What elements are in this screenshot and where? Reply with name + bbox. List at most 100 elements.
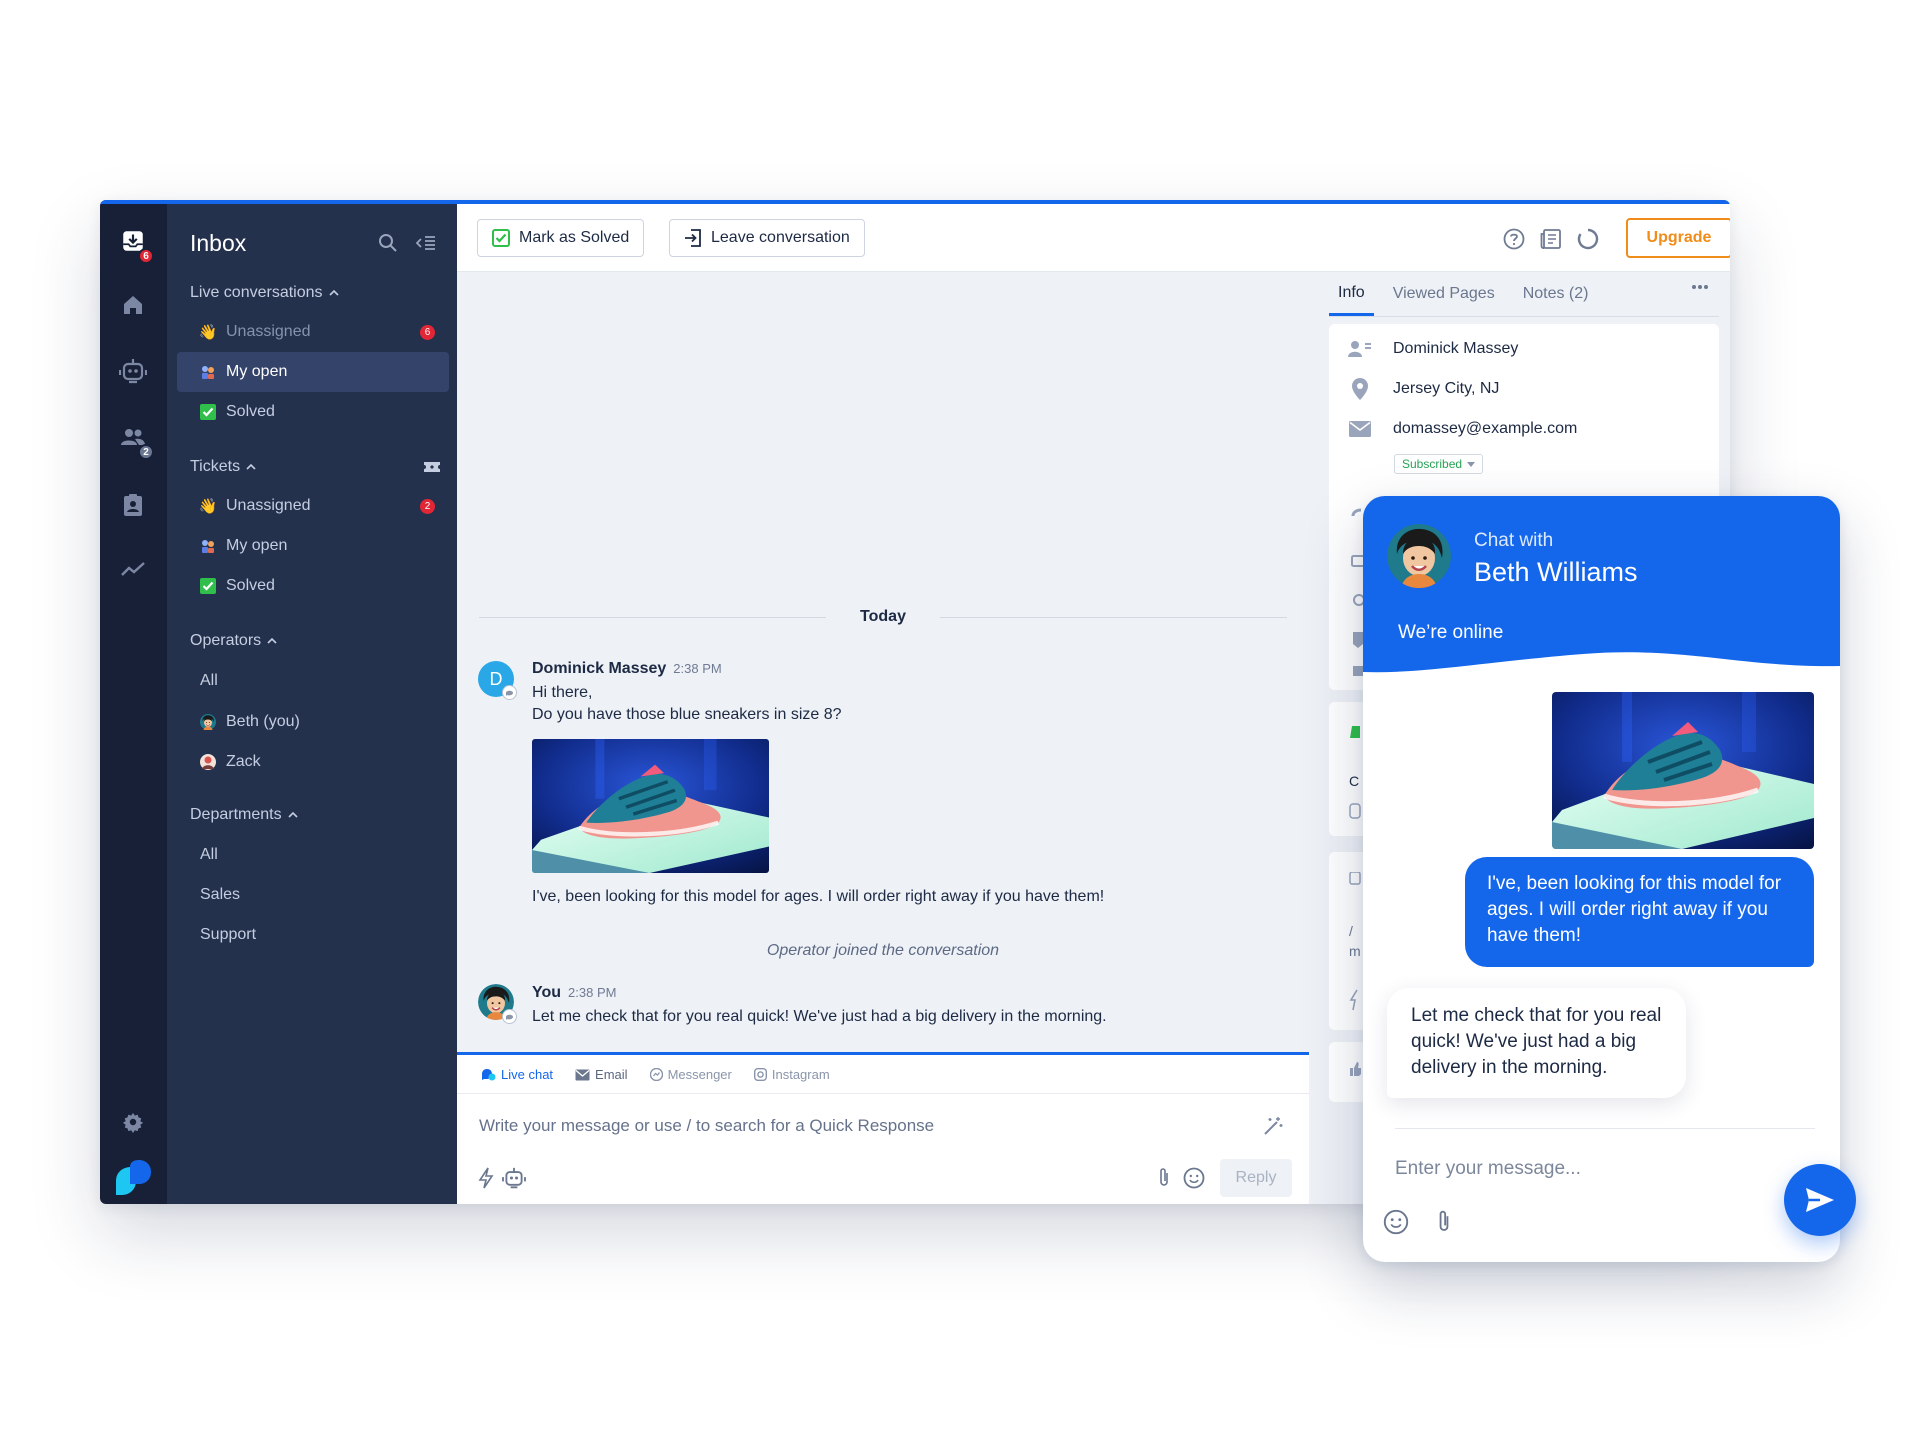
sidebar-item-live-my-open[interactable]: My open	[177, 352, 449, 392]
operators-all[interactable]: All	[200, 672, 218, 690]
home-icon	[124, 296, 142, 314]
channel-badge-icon	[502, 1009, 517, 1024]
composer-divider	[457, 1093, 1309, 1094]
chatbot-nav[interactable]	[116, 354, 150, 388]
more-horizontal-icon	[1692, 285, 1708, 289]
tab-email[interactable]: Email	[575, 1067, 628, 1082]
contact-location[interactable]: Jersey City, NJ	[1393, 380, 1499, 398]
operator-beth[interactable]: Beth (you)	[177, 702, 449, 742]
collapse-sidebar-button[interactable]	[412, 229, 440, 257]
tab-messenger[interactable]: Messenger	[649, 1067, 732, 1082]
tidio-logo-icon	[116, 1160, 151, 1195]
sidebar-item-label: My open	[226, 363, 288, 380]
channel-badge-icon	[502, 685, 517, 700]
bot-button[interactable]	[501, 1165, 527, 1191]
leave-conversation-button[interactable]: Leave conversation	[669, 219, 865, 257]
sidebar-item-tickets-solved[interactable]: Solved	[177, 566, 449, 606]
settings-nav[interactable]	[116, 1105, 150, 1139]
departments-sales[interactable]: Sales	[200, 886, 240, 904]
sidebar-item-label: My open	[226, 537, 288, 554]
sidebar-item-label: Unassigned	[226, 497, 311, 514]
sidebar-item-live-unassigned[interactable]: 👋 Unassigned 6	[177, 312, 449, 352]
header-wave-background	[1363, 496, 1840, 673]
people-icon	[199, 363, 217, 381]
contact-email[interactable]: domassey@example.com	[1393, 420, 1577, 438]
tickets-section[interactable]: Tickets	[190, 458, 440, 476]
actions-icons: /m	[1349, 872, 1361, 1011]
message-composer: Live chat Email Messenger Instagram Writ…	[457, 1052, 1309, 1204]
widget-send-button[interactable]	[1784, 1164, 1856, 1236]
tickets-nav[interactable]	[116, 488, 150, 522]
collapse-list-icon	[416, 236, 435, 250]
widget-emoji-button[interactable]	[1381, 1207, 1411, 1237]
mail-icon	[1347, 418, 1373, 440]
tab-notes[interactable]: Notes (2)	[1514, 272, 1598, 316]
departments-all[interactable]: All	[200, 846, 218, 864]
home-nav[interactable]	[116, 288, 150, 322]
search-button[interactable]	[374, 229, 402, 257]
operators-section[interactable]: Operators	[190, 632, 277, 650]
section-label: Departments	[190, 806, 282, 823]
agent-avatar	[1387, 524, 1451, 588]
message-text: Let me check that for you real quick! We…	[532, 1008, 1107, 1025]
ai-assist-button[interactable]	[1260, 1113, 1286, 1139]
tab-viewed-pages[interactable]: Viewed Pages	[1384, 272, 1504, 316]
quick-actions-button[interactable]	[473, 1165, 499, 1191]
newspaper-icon	[1540, 229, 1561, 249]
conversation-toolbar: Mark as Solved Leave conversation Upgrad…	[457, 204, 1730, 272]
inbox-sidebar: Inbox Live conversations 👋 Unassigned 6 …	[167, 200, 457, 1204]
live-conversations-section[interactable]: Live conversations	[190, 284, 339, 302]
thumb-icon	[1350, 1062, 1361, 1076]
reply-button[interactable]: Reply	[1220, 1159, 1292, 1197]
operator-avatar	[199, 713, 217, 731]
widget-sneaker-photo[interactable]	[1552, 692, 1814, 849]
widget-attach-button[interactable]	[1429, 1207, 1459, 1237]
sneaker-photo[interactable]	[532, 739, 769, 873]
date-divider-label: Today	[860, 608, 906, 625]
live-chat-icon	[482, 1068, 496, 1080]
status-button[interactable]	[1575, 226, 1601, 252]
more-options-button[interactable]	[1691, 284, 1709, 290]
message-text: I've, been looking for this model for ag…	[532, 888, 1105, 905]
message-time: 2:38 PM	[673, 661, 722, 676]
docs-button[interactable]	[1538, 226, 1564, 252]
tab-live-chat[interactable]: Live chat	[481, 1067, 553, 1082]
departments-section[interactable]: Departments	[190, 806, 298, 824]
departments-support[interactable]: Support	[200, 926, 256, 944]
sidebar-item-live-solved[interactable]: Solved	[177, 392, 449, 432]
message-input[interactable]	[479, 1113, 1239, 1139]
widget-message-input[interactable]	[1395, 1154, 1745, 1184]
smile-icon	[1183, 1167, 1205, 1189]
operator-zack[interactable]: Zack	[177, 742, 449, 782]
operator-avatar	[199, 753, 217, 771]
chatbot-icon	[119, 359, 147, 384]
tab-instagram[interactable]: Instagram	[753, 1067, 830, 1082]
brand-logo	[113, 1158, 153, 1198]
subscription-dropdown[interactable]: Subscribed	[1394, 454, 1484, 474]
analytics-nav[interactable]	[116, 552, 150, 586]
upgrade-button[interactable]: Upgrade	[1626, 218, 1730, 258]
check-square-icon	[492, 229, 510, 247]
sidebar-header: Inbox	[190, 226, 440, 260]
button-label: Mark as Solved	[519, 229, 630, 246]
svg-text:m: m	[1349, 943, 1361, 959]
unread-count-badge: 2	[420, 498, 435, 514]
gear-icon	[122, 1112, 144, 1133]
inbox-nav[interactable]: 6	[116, 224, 154, 264]
date-divider: Today	[479, 605, 1287, 629]
emoji-button[interactable]	[1181, 1165, 1207, 1191]
sidebar-item-tickets-my-open[interactable]: My open	[177, 526, 449, 566]
message-text: Hi there,	[532, 684, 593, 701]
help-button[interactable]	[1501, 226, 1527, 252]
send-arrow-icon	[1806, 1188, 1834, 1212]
sidebar-item-tickets-unassigned[interactable]: 👋 Unassigned 2	[177, 486, 449, 526]
online-status: We’re online	[1398, 622, 1504, 643]
contacts-nav[interactable]: 2	[116, 420, 154, 460]
svg-text:/: /	[1349, 923, 1353, 939]
attach-button[interactable]	[1151, 1165, 1177, 1191]
mark-as-solved-button[interactable]: Mark as Solved	[477, 219, 645, 257]
contact-name[interactable]: Dominick Massey	[1393, 340, 1518, 358]
tab-info[interactable]: Info	[1329, 272, 1374, 316]
ticket-icon	[424, 462, 440, 472]
section-label: Live conversations	[190, 284, 323, 301]
